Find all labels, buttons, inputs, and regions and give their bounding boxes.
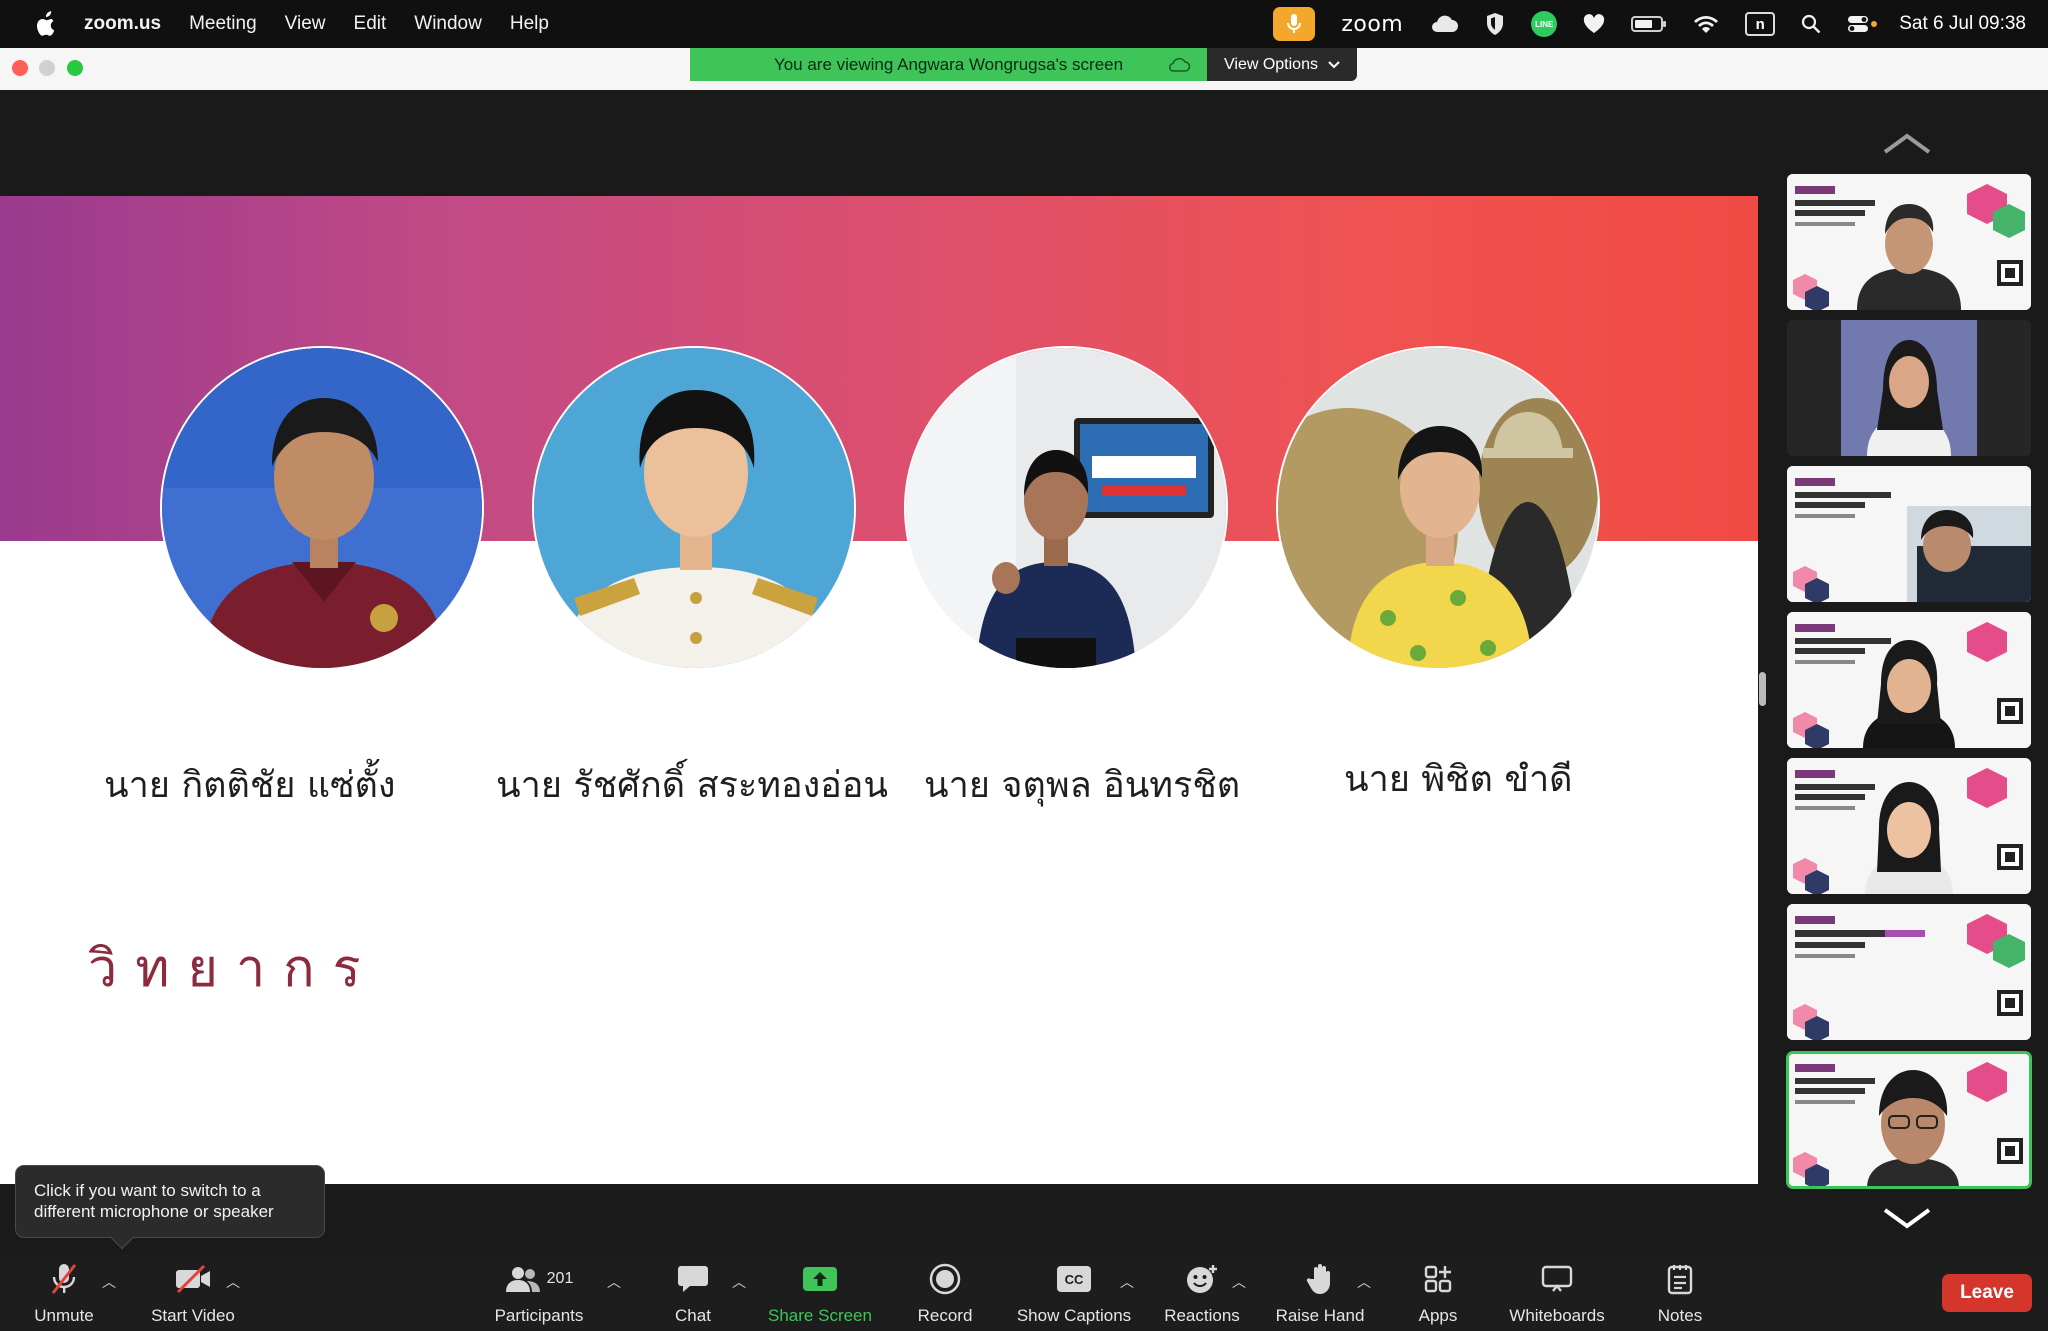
participant-tile-7-active-speaker[interactable] [1786, 1051, 2032, 1189]
participant-tile-5[interactable] [1787, 758, 2031, 894]
gallery-resize-handle[interactable] [1759, 672, 1766, 706]
notes-button[interactable]: Notes [1652, 1262, 1708, 1326]
notes-icon [1667, 1262, 1693, 1296]
muted-microphone-icon [49, 1262, 79, 1296]
record-label: Record [917, 1306, 973, 1325]
apple-menu-icon[interactable] [26, 0, 66, 48]
raise-hand-label: Raise Hand [1275, 1306, 1365, 1325]
speaker-photo-1 [160, 346, 484, 670]
line-app-icon[interactable]: LINE [1531, 0, 1558, 48]
wifi-icon[interactable] [1693, 0, 1719, 48]
heart-icon[interactable] [1583, 0, 1605, 48]
record-button[interactable]: Record [910, 1262, 980, 1326]
audio-options-chevron-icon[interactable]: ︿ [102, 1272, 116, 1292]
zoom-window-button[interactable] [67, 60, 83, 76]
menu-bar: zoom.us Meeting View Edit Window Help zo… [0, 0, 2048, 48]
raise-hand-button[interactable]: Raise Hand [1272, 1262, 1368, 1326]
show-captions-label: Show Captions [1016, 1306, 1132, 1325]
participant-tile-1[interactable] [1787, 174, 2031, 310]
unmute-button[interactable]: Unmute [24, 1262, 104, 1326]
captions-icon: CC [1057, 1262, 1091, 1296]
battery-icon[interactable] [1631, 0, 1667, 48]
speaker-name-1: นาย กิตติชัย แซ่ตั้ง [104, 765, 396, 806]
chat-label: Chat [675, 1306, 711, 1325]
participants-button[interactable]: 201 Participants [486, 1262, 592, 1326]
minimize-window-button[interactable] [39, 60, 55, 76]
close-window-button[interactable] [12, 60, 28, 76]
audio-switch-tooltip: Click if you want to switch to a differe… [15, 1165, 325, 1250]
speaker-photo-3 [904, 346, 1228, 670]
input-source-icon[interactable]: n [1745, 0, 1776, 48]
notes-label: Notes [1657, 1306, 1703, 1325]
menu-window[interactable]: Window [414, 13, 482, 35]
presentation-slide: นาย กิตติชัย แซ่ตั้ง นาย รัชศักดิ์ สระทอ… [0, 196, 1758, 1184]
chat-bubble-icon [677, 1262, 709, 1296]
menu-meeting[interactable]: Meeting [189, 13, 257, 35]
raise-hand-chevron-icon[interactable]: ︿ [1357, 1272, 1371, 1292]
whiteboards-label: Whiteboards [1509, 1306, 1605, 1325]
participant-tile-2[interactable] [1787, 320, 2031, 456]
menu-clock[interactable]: Sat 6 Jul 09:38 [1899, 13, 2026, 35]
gallery-scroll-up-icon[interactable] [1882, 132, 1932, 156]
search-icon[interactable] [1801, 0, 1821, 48]
raise-hand-icon [1306, 1262, 1334, 1296]
video-off-icon [174, 1262, 212, 1296]
reactions-label: Reactions [1164, 1306, 1240, 1325]
participants-label: Participants [494, 1306, 584, 1325]
captions-chevron-icon[interactable]: ︿ [1120, 1272, 1134, 1292]
unmute-label: Unmute [34, 1306, 94, 1325]
cloud-icon[interactable] [1429, 0, 1459, 48]
apps-label: Apps [1418, 1306, 1458, 1325]
speaker-name-2: นาย รัชศักดิ์ สระทองอ่อน [496, 765, 889, 806]
gallery-scroll-down-icon[interactable] [1882, 1206, 1932, 1230]
share-screen-label: Share Screen [768, 1306, 872, 1325]
menu-app-name[interactable]: zoom.us [84, 13, 161, 35]
view-options-label: View Options [1224, 55, 1318, 73]
screen-share-banner: You are viewing Angwara Wongrugsa's scre… [690, 48, 1207, 81]
leave-meeting-button[interactable]: Leave [1942, 1274, 2032, 1312]
reactions-chevron-icon[interactable]: ︿ [1232, 1272, 1246, 1292]
share-screen-button[interactable]: Share Screen [764, 1262, 876, 1326]
control-center-icon[interactable] [1847, 0, 1879, 48]
participant-tile-4[interactable] [1787, 612, 2031, 748]
menu-help[interactable]: Help [510, 13, 549, 35]
shield-icon[interactable] [1485, 0, 1505, 48]
record-icon [929, 1262, 961, 1296]
cloud-recording-icon [1167, 56, 1191, 77]
whiteboards-button[interactable]: Whiteboards [1504, 1262, 1610, 1326]
chevron-down-icon [1328, 56, 1340, 74]
menu-edit[interactable]: Edit [354, 13, 387, 35]
speaker-photo-2 [532, 346, 856, 670]
whiteboard-icon [1541, 1262, 1573, 1296]
video-options-chevron-icon[interactable]: ︿ [226, 1272, 240, 1292]
chat-chevron-icon[interactable]: ︿ [732, 1272, 746, 1292]
speaker-name-3: นาย จตุพล อินทรชิต [924, 765, 1241, 806]
reactions-icon [1185, 1262, 1219, 1296]
participants-icon: 201 [505, 1262, 574, 1296]
start-video-label: Start Video [151, 1306, 235, 1325]
participant-tile-6[interactable] [1787, 904, 2031, 1040]
microphone-status-icon[interactable] [1273, 0, 1316, 48]
participant-count: 201 [546, 1270, 574, 1287]
tooltip-text: Click if you want to switch to a differe… [34, 1181, 274, 1221]
menu-view[interactable]: View [285, 13, 326, 35]
chat-button[interactable]: Chat [660, 1262, 726, 1326]
speaker-name-4: นาย พิชิต ขำดี [1344, 759, 1573, 800]
show-captions-button[interactable]: CC Show Captions [1012, 1262, 1136, 1326]
speaker-photo-4 [1276, 346, 1600, 670]
slide-title: วิทยากร [88, 939, 379, 999]
apps-button[interactable]: Apps [1412, 1262, 1464, 1326]
share-screen-icon [802, 1262, 838, 1296]
zoom-tray-label[interactable]: zoom [1341, 0, 1403, 48]
apps-icon [1423, 1262, 1453, 1296]
participant-tile-3[interactable] [1787, 466, 2031, 602]
view-options-button[interactable]: View Options [1207, 48, 1357, 81]
participants-chevron-icon[interactable]: ︿ [607, 1272, 621, 1292]
screen-share-banner-text: You are viewing Angwara Wongrugsa's scre… [773, 54, 1124, 74]
